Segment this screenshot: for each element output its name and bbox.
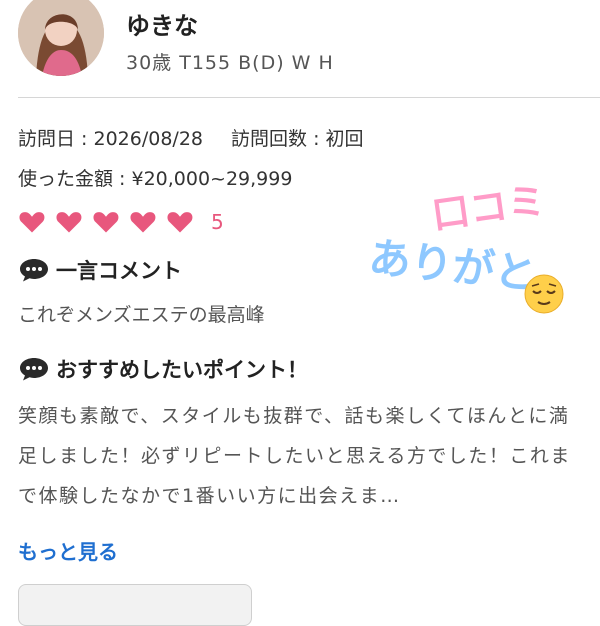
heart-icon (130, 212, 156, 233)
profile-name: ゆきな (126, 12, 198, 40)
rating-hearts: 5 (18, 206, 224, 238)
points-title: おすすめしたいポイント！ (56, 358, 308, 382)
sticker-line1: 口コミ (429, 178, 548, 237)
heart-icon (93, 212, 119, 233)
heart-icon (19, 212, 45, 233)
thanks-sticker: 口コミ ありがと (364, 175, 564, 314)
sticker-line2: ありがと (367, 233, 539, 299)
helpful-button[interactable] (18, 584, 252, 626)
read-more-link[interactable]: もっと見る (18, 536, 118, 565)
heart-icon (56, 212, 82, 233)
avatar-photo (18, 0, 104, 76)
visit-date: 訪問日 : 2026/08/28 (18, 128, 203, 150)
amount-spent: 使った金額 : ¥20,000~29,999 (18, 168, 293, 190)
heart-icon (167, 212, 193, 233)
short-comment: これぞメンズエステの最高峰 (18, 304, 265, 326)
review-body: 笑顔も素敵で、スタイルも抜群で、話も楽しくてほんとに満足しました！必ずリピートし… (18, 405, 571, 507)
rating-value: 5 (211, 210, 224, 234)
speech-bubble-icon (20, 259, 48, 282)
visit-info-row: 訪問日 : 2026/08/28 訪問回数 : 初回 (18, 124, 364, 151)
speech-bubble-icon (20, 358, 48, 381)
comment-title: 一言コメント (56, 259, 182, 283)
comment-section-title: 一言コメント (18, 255, 182, 285)
divider (18, 97, 600, 98)
visit-count: 訪問回数 : 初回 (231, 128, 364, 150)
avatar[interactable] (18, 0, 104, 76)
profile-stats: 30歳 T155 B(D) W H (126, 52, 334, 74)
relieved-face-icon (524, 274, 564, 314)
post-date-row (272, 590, 512, 600)
profile-header: ゆきな 30歳 T155 B(D) W H (0, 0, 600, 96)
points-section-title: おすすめしたいポイント！ (18, 354, 308, 384)
